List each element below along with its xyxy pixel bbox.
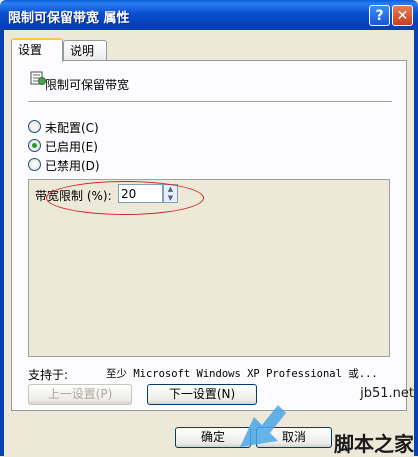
ok-button[interactable]: 确定 [175, 427, 251, 448]
window-frame-right [414, 30, 418, 456]
spin-up-icon[interactable]: ▲ [164, 185, 177, 193]
tab-explain[interactable]: 说明 [63, 40, 107, 60]
help-button[interactable]: ? [369, 5, 390, 26]
bandwidth-spinner[interactable]: ▲ ▼ [163, 184, 178, 203]
tab-settings[interactable]: 设置 [11, 38, 63, 62]
radio-disabled[interactable] [28, 158, 41, 171]
option-label: 已启用(E) [45, 140, 98, 154]
spin-down-icon[interactable]: ▼ [164, 194, 177, 202]
cancel-button[interactable]: 取消 [256, 427, 332, 448]
watermark-site: jb51.net [360, 386, 414, 401]
window-title: 限制可保留带宽 属性 [8, 11, 130, 26]
supported-value: 至少 Microsoft Windows XP Professional 或..… [106, 368, 378, 380]
watermark-name: 脚本之家 [334, 432, 414, 456]
separator [28, 101, 392, 103]
settings-panel: 限制可保留带宽 未配置(C) 已启用(E) 已禁用(D) 带宽限制 (%): ▲… [11, 60, 407, 411]
supported-label: 支持于: [28, 368, 69, 382]
window-frame-left [0, 30, 4, 456]
option-label: 未配置(C) [45, 121, 99, 135]
bandwidth-input[interactable] [118, 184, 163, 203]
bandwidth-label: 带宽限制 (%): [35, 189, 112, 203]
close-button[interactable]: ✕ [392, 5, 413, 26]
prev-setting-button[interactable]: 上一设置(P) [28, 384, 132, 405]
radio-not-configured[interactable] [28, 120, 41, 133]
radio-enabled[interactable] [28, 139, 41, 152]
option-label: 已禁用(D) [45, 159, 100, 173]
title-bar: 限制可保留带宽 属性 ? ✕ [0, 0, 418, 30]
options-box: 带宽限制 (%): ▲ ▼ [28, 179, 390, 357]
next-setting-button[interactable]: 下一设置(N) [147, 384, 257, 405]
policy-title: 限制可保留带宽 [45, 78, 130, 92]
